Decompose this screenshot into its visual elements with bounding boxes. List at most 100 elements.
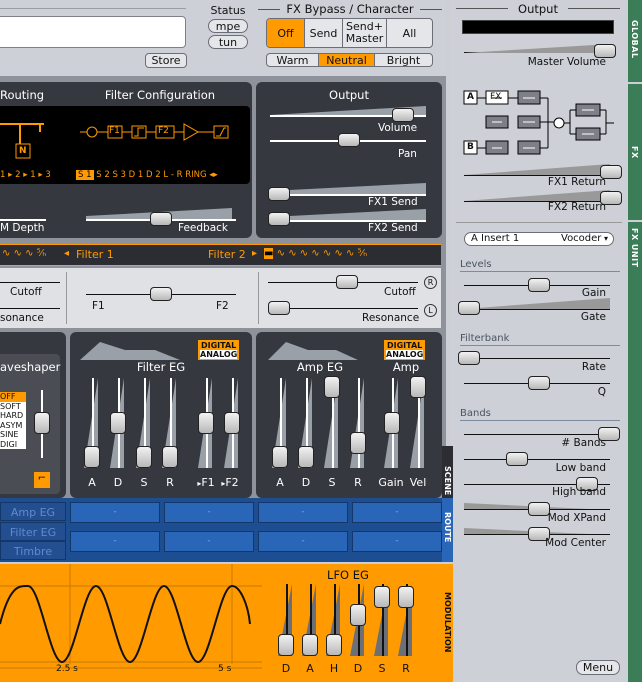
- waveshaper-drive-slider[interactable]: [34, 412, 50, 434]
- amp-eg-release-slider[interactable]: [350, 432, 366, 454]
- bypass-send-master-option[interactable]: Send+ Master: [343, 19, 387, 47]
- fx2-send-slider[interactable]: [268, 212, 290, 226]
- route-cell[interactable]: -: [352, 531, 442, 552]
- filter1-type-icons[interactable]: ∿ ∿ ∿ ⁵⁄ₕ: [2, 248, 46, 259]
- filter-eg-f1-slider[interactable]: [198, 412, 214, 434]
- low-band-label: Low band: [555, 462, 606, 474]
- filter-mode-s1[interactable]: S 1: [76, 170, 94, 180]
- filter2-cutoff-slider[interactable]: [336, 275, 358, 289]
- routing-mode-2[interactable]: 2: [15, 170, 20, 180]
- filter-mode-d2[interactable]: D 2: [146, 170, 161, 180]
- character-neutral-option[interactable]: Neutral: [319, 54, 375, 66]
- gate-slider[interactable]: [458, 301, 480, 315]
- filter-mode-s3[interactable]: S 3: [112, 170, 126, 180]
- amp-title: Amp: [386, 360, 426, 374]
- waveshaper-type-soft[interactable]: SOFT: [0, 402, 26, 412]
- prev-arrow-icon[interactable]: ◂: [64, 248, 69, 259]
- route-filter-eg-label[interactable]: Filter EG: [0, 522, 66, 541]
- filter-mode-s2[interactable]: S 2: [96, 170, 110, 180]
- amp-eg-digital-analog-toggle[interactable]: DIGITAL ANALOG: [384, 340, 426, 360]
- bypass-off-option[interactable]: Off: [267, 19, 305, 47]
- filter-eg-panel: DIGITAL ANALOG Filter EG A D S R ▸F1 ▸F2: [70, 332, 252, 498]
- character-selector[interactable]: Warm Neutral Bright: [266, 53, 433, 67]
- lfo-eg-release-slider[interactable]: [398, 586, 414, 608]
- feedback-slider[interactable]: [150, 212, 172, 226]
- volume-slider[interactable]: [392, 108, 414, 122]
- lfo-eg-sustain-slider[interactable]: [374, 586, 390, 608]
- gate-track: [464, 309, 610, 310]
- route-cell[interactable]: -: [70, 531, 160, 552]
- link-right-button[interactable]: R: [424, 276, 437, 289]
- fx1-send-slider[interactable]: [268, 187, 290, 201]
- route-cell[interactable]: -: [70, 502, 160, 523]
- patch-name-field[interactable]: [0, 16, 186, 48]
- pan-slider[interactable]: [338, 133, 360, 147]
- route-cell[interactable]: -: [164, 502, 254, 523]
- bypass-send-option[interactable]: Send: [305, 19, 343, 47]
- amp-eg-attack-slider[interactable]: [272, 446, 288, 468]
- amp-vel-slider[interactable]: [410, 376, 426, 398]
- menu-button[interactable]: Menu: [576, 660, 620, 675]
- filter-type-bar[interactable]: ∿ ∿ ∿ ⁵⁄ₕ ◂ Filter 1 Filter 2 ▸ ▬ ∿ ∿ ∿ …: [0, 244, 441, 266]
- filter-config-display[interactable]: N F1 F2 1 ▸ 2 ▸ 1 ▸ 3 S 1 S 2 S 3 D 1 D …: [0, 106, 250, 184]
- mpe-button[interactable]: mpe: [208, 19, 248, 33]
- waveshaper-type-asym[interactable]: ASYM: [0, 421, 26, 431]
- lfo-eg-label-s: S: [378, 662, 386, 675]
- filter-eg-attack-slider[interactable]: [84, 446, 100, 468]
- lfo-eg-delay-slider[interactable]: [278, 634, 294, 656]
- filter-eg-f2-slider[interactable]: [224, 412, 240, 434]
- filter-mode-d1[interactable]: D 1: [129, 170, 144, 180]
- waveshaper-type-off[interactable]: OFF: [0, 392, 26, 402]
- route-amp-eg-label[interactable]: Amp EG: [0, 502, 66, 521]
- route-side-text: ROUTE: [443, 512, 452, 543]
- routing-mode-3[interactable]: 1: [30, 170, 35, 180]
- filter1-label[interactable]: Filter 1: [76, 248, 114, 261]
- next-arrow-icon[interactable]: ▸: [252, 248, 257, 259]
- filter2-type-icons[interactable]: ▬ ∿ ∿ ∿ ∿ ∿ ∿ ∿ ⁵⁄ₕ: [264, 248, 367, 259]
- filter-mode-lr[interactable]: L - R: [163, 170, 182, 180]
- filter-mode-ring[interactable]: RING: [185, 170, 206, 180]
- rate-slider[interactable]: [458, 351, 480, 365]
- routing-mode-1[interactable]: 1: [0, 170, 5, 180]
- routing-mode-labels[interactable]: 1 ▸ 2 ▸ 1 ▸ 3: [0, 170, 51, 180]
- balance-f1-label: F1: [92, 300, 105, 312]
- routing-mode-4[interactable]: 3: [45, 170, 50, 180]
- route-timbre-label[interactable]: Timbre: [0, 541, 66, 560]
- filter-mode-row[interactable]: S 1 S 2 S 3 D 1 D 2 L - R RING ◂▸: [76, 170, 218, 180]
- waveshaper-type-hard[interactable]: HARD: [0, 411, 26, 421]
- route-cell[interactable]: -: [164, 531, 254, 552]
- fx-bypass-selector[interactable]: Off Send Send+ Master All: [266, 18, 433, 48]
- link-left-button[interactable]: L: [424, 304, 437, 317]
- status-title: Status: [210, 4, 246, 17]
- lfo-eg-decay-slider[interactable]: [350, 604, 366, 626]
- filter-eg-digital-analog-toggle[interactable]: DIGITAL ANALOG: [198, 340, 240, 360]
- bands-section-line: [460, 420, 620, 421]
- waveshaper-type-list[interactable]: OFF SOFT HARD ASYM SINE DIGI: [0, 392, 26, 449]
- bypass-all-option[interactable]: All: [387, 19, 432, 47]
- filter-balance-slider[interactable]: [150, 287, 172, 301]
- filter-eg-decay-slider[interactable]: [110, 412, 126, 434]
- route-cell[interactable]: -: [258, 531, 348, 552]
- fx-unit-strip: FX UNIT: [628, 222, 642, 682]
- character-warm-option[interactable]: Warm: [267, 54, 319, 66]
- waveshaper-type-digi[interactable]: DIGI: [0, 440, 26, 450]
- character-bright-option[interactable]: Bright: [375, 54, 432, 66]
- fx-routing-diagram[interactable]: A B FX: [456, 86, 616, 155]
- filter1-resonance-track: [0, 308, 60, 309]
- amp-eg-decay-slider[interactable]: [298, 446, 314, 468]
- filter-eg-release-slider[interactable]: [162, 446, 178, 468]
- fx-routing-b-label: B: [467, 142, 474, 152]
- amp-eg-sustain-slider[interactable]: [324, 376, 340, 398]
- filter2-resonance-slider[interactable]: [268, 301, 290, 315]
- store-button[interactable]: Store: [145, 53, 187, 68]
- filter-eg-sustain-slider[interactable]: [136, 446, 152, 468]
- filter2-label[interactable]: Filter 2: [208, 248, 246, 261]
- amp-gain-slider[interactable]: [384, 412, 400, 434]
- fx-unit-selector[interactable]: A Insert 1 Vocoder ▾: [464, 232, 614, 246]
- lfo-eg-hold-slider[interactable]: [326, 634, 342, 656]
- route-cell[interactable]: -: [352, 502, 442, 523]
- lfo-eg-attack-slider[interactable]: [302, 634, 318, 656]
- route-cell[interactable]: -: [258, 502, 348, 523]
- tuning-button[interactable]: tun: [208, 35, 248, 49]
- waveshaper-type-sine[interactable]: SINE: [0, 430, 26, 440]
